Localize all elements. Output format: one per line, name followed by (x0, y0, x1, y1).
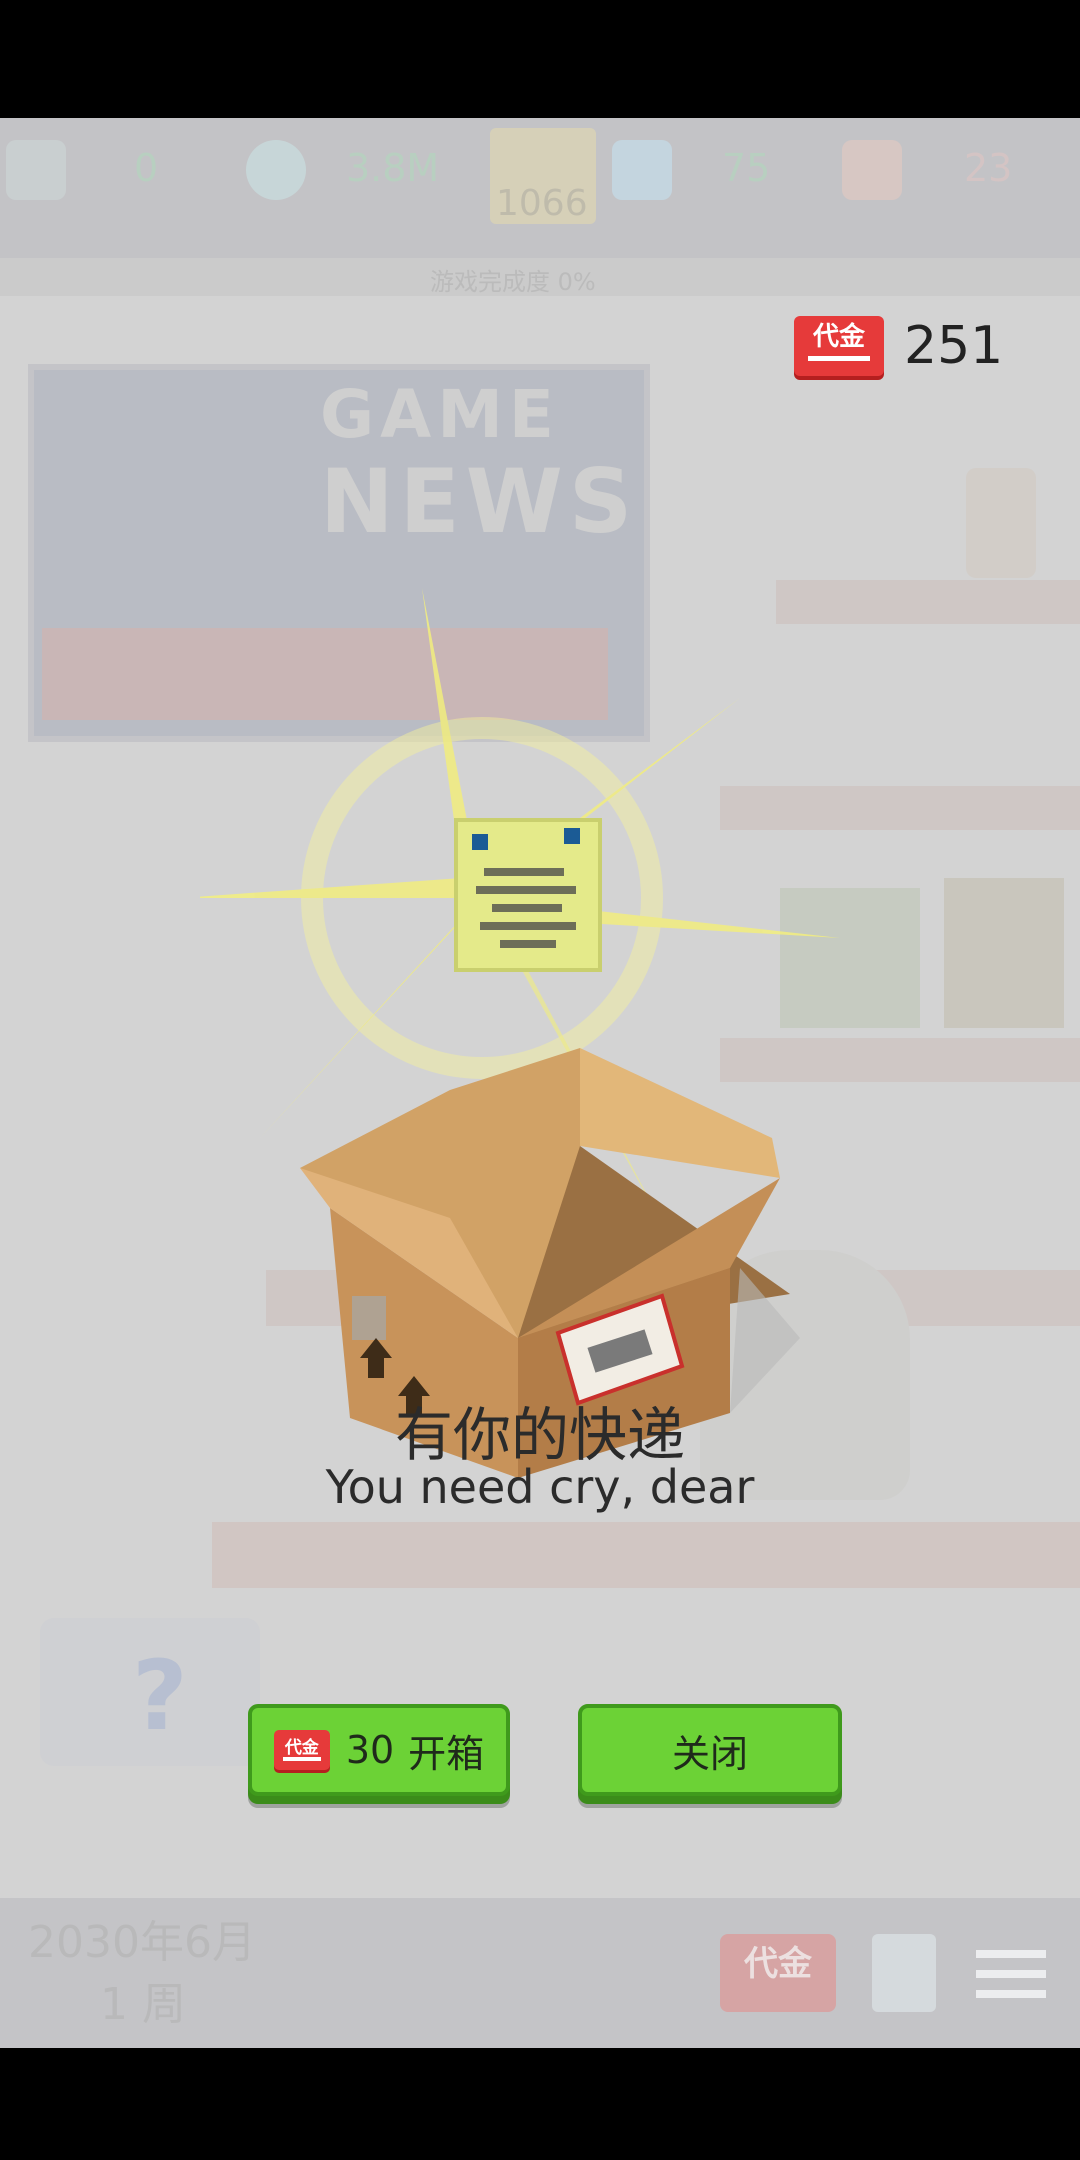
date-year-month: 2030年6月 (28, 1917, 256, 1968)
date-week: 1 周 (100, 1979, 186, 2030)
coupon-balance-amount: 251 (904, 316, 1004, 376)
coupon-icon: 代金 (794, 316, 884, 376)
poster-title-line2: NEWS (320, 450, 639, 553)
poster-title: GAME NEWS (320, 378, 638, 552)
coupon-balance: 代金 251 (794, 314, 1003, 378)
crown-score: 1066 (496, 183, 588, 224)
settings-sliders-icon[interactable] (976, 1940, 1046, 2006)
open-box-button[interactable]: 代金 30 开箱 (248, 1704, 510, 1796)
package-box-icon (200, 588, 840, 1478)
coupon-shop-button[interactable]: 代金 (720, 1934, 836, 2012)
close-button-label: 关闭 (671, 1731, 748, 1776)
help-question-mark: ? (132, 1640, 188, 1752)
book-icon[interactable] (872, 1934, 936, 2012)
coupon-icon: 代金 (273, 1730, 330, 1770)
desk (212, 1522, 1080, 1588)
mail-icon (842, 140, 902, 200)
fans-count: 75 (722, 146, 771, 190)
mail-count: 23 (964, 146, 1013, 190)
game-screen: 0 3.8M 1066 75 23 游戏完成度 0% GAME NEWS ? 2… (0, 118, 1080, 2048)
money-bag-icon (246, 140, 306, 200)
coupon-icon-text: 代金 (744, 1944, 812, 1984)
note-paper (454, 818, 602, 972)
poster-title-line1: GAME (320, 376, 561, 453)
coupon-icon-text: 代金 (812, 322, 865, 352)
close-button[interactable]: 关闭 (578, 1704, 842, 1796)
coupon-icon-text: 代金 (284, 1738, 319, 1758)
money-amount: 3.8M (346, 146, 440, 190)
employee-icon (6, 140, 66, 200)
completion-progress-label: 游戏完成度 0% (430, 268, 596, 296)
open-box-cost: 30 (345, 1728, 395, 1772)
open-box-label: 开箱 (408, 1731, 485, 1776)
popup-subtitle: You need cry, dear (325, 1460, 755, 1514)
employee-count: 0 (134, 146, 159, 190)
box-decoration (944, 878, 1064, 1028)
jar-decoration (966, 468, 1036, 578)
fans-face-icon (612, 140, 672, 200)
